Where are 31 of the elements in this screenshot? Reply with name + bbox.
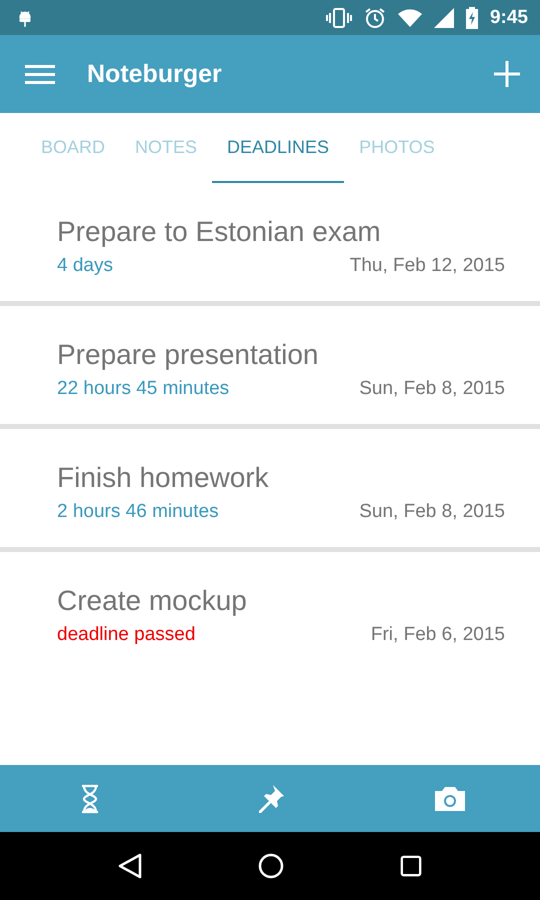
hourglass-icon[interactable]	[80, 784, 100, 814]
remaining-time: 4 days	[57, 255, 113, 277]
home-icon[interactable]	[258, 853, 284, 879]
add-icon[interactable]	[494, 61, 520, 87]
deadline-card[interactable]: Finish homework 2 hours 46 minutes Sun, Feb 8, 2015	[0, 429, 540, 552]
back-icon[interactable]	[118, 853, 142, 879]
wifi-icon	[398, 8, 422, 28]
deadline-title: Finish homework	[57, 461, 270, 495]
deadline-date: Fri, Feb 6, 2015	[370, 624, 505, 646]
deadline-date: Sun, Feb 8, 2015	[359, 378, 505, 400]
deadline-date: Thu, Feb 12, 2015	[350, 255, 505, 277]
menu-icon[interactable]	[25, 64, 55, 84]
remaining-time: 22 hours 45 minutes	[57, 378, 230, 400]
battery-icon	[466, 6, 478, 28]
deadline-date: Sun, Feb 8, 2015	[359, 501, 505, 523]
signal-icon	[434, 8, 454, 28]
remaining-time: 2 hours 46 minutes	[57, 501, 219, 523]
status-time: 9:45	[490, 6, 528, 28]
recents-icon[interactable]	[400, 855, 422, 877]
deadline-title: Create mockup	[57, 584, 248, 618]
deadline-title: Prepare to Estonian exam	[57, 215, 382, 249]
deadline-card[interactable]: Prepare to Estonian exam 4 days Thu, Feb 12, 2015	[0, 183, 540, 306]
app-title: Noteburger	[87, 60, 222, 88]
alarm-icon	[364, 6, 386, 28]
deadline-card[interactable]: Create mockup deadline passed Fri, Feb 6, 2015	[0, 552, 540, 670]
camera-icon[interactable]	[433, 786, 467, 812]
deadline-card[interactable]: Prepare presentation 22 hours 45 minutes Sun, Feb 8, 2015	[0, 306, 540, 429]
vibrate-icon	[326, 6, 352, 28]
tab[interactable]: DEADLINES	[212, 113, 344, 183]
remaining-time: deadline passed	[57, 624, 196, 646]
deadline-title: Prepare presentation	[57, 338, 320, 372]
